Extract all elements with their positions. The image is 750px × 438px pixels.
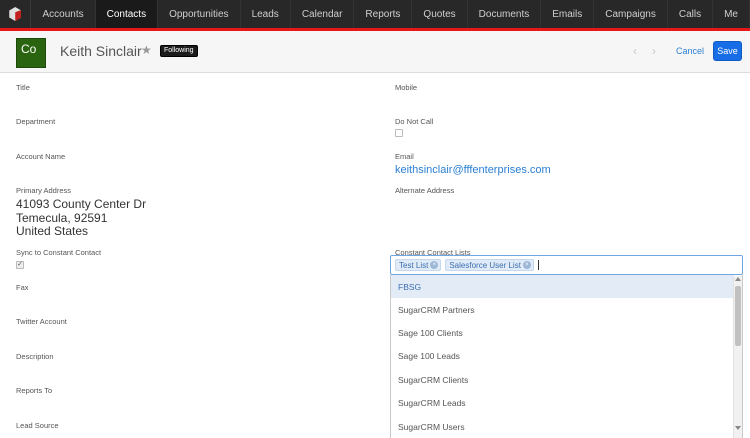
nav-item-quotes[interactable]: Quotes xyxy=(412,0,468,28)
option-fbsg[interactable]: FBSG xyxy=(391,275,734,298)
selected-pill: Test List × xyxy=(395,259,442,271)
title-label: Title xyxy=(16,83,30,92)
selected-pill-label: Test List xyxy=(399,260,429,270)
option-sugarcrm-users[interactable]: SugarCRM Users xyxy=(391,415,734,438)
option-sugarcrm-partners[interactable]: SugarCRM Partners xyxy=(391,298,734,321)
scroll-thumb[interactable] xyxy=(735,286,741,346)
department-label: Department xyxy=(16,117,56,126)
primary-address-label: Primary Address xyxy=(16,186,72,195)
nav-item-contacts[interactable]: Contacts xyxy=(95,0,159,28)
nav-item-documents[interactable]: Documents xyxy=(468,0,542,28)
nav-item-emails[interactable]: Emails xyxy=(541,0,595,28)
option-sage-100-leads[interactable]: Sage 100 Leads xyxy=(391,344,734,367)
fax-label: Fax xyxy=(16,283,29,292)
lead-source-label: Lead Source xyxy=(16,421,59,430)
nav-item-campaigns[interactable]: Campaigns xyxy=(594,0,668,28)
selected-pill: Salesforce User List × xyxy=(445,259,534,271)
record-name: Keith Sinclair xyxy=(60,43,142,59)
constant-contact-lists-input[interactable]: Test List × Salesforce User List × xyxy=(390,255,743,275)
option-sugarcrm-leads[interactable]: SugarCRM Leads xyxy=(391,391,734,414)
dropdown-scrollbar[interactable] xyxy=(733,276,742,438)
nav-item-leads[interactable]: Leads xyxy=(241,0,291,28)
nav-item-calendar[interactable]: Calendar xyxy=(291,0,355,28)
address-line-3: United States xyxy=(16,224,89,238)
description-label: Description xyxy=(16,352,54,361)
account-name-label: Account Name xyxy=(16,152,66,161)
sugar-logo-icon[interactable] xyxy=(0,0,32,28)
email-link[interactable]: keithsinclair@fffenterprises.com xyxy=(395,164,551,176)
scroll-up-icon[interactable] xyxy=(735,277,741,281)
save-button[interactable]: Save xyxy=(713,41,742,61)
remove-pill-icon[interactable]: × xyxy=(522,261,531,269)
option-sugarcrm-clients[interactable]: SugarCRM Clients xyxy=(391,368,734,391)
option-sage-100-clients[interactable]: Sage 100 Clients xyxy=(391,321,734,344)
sync-constant-contact-checkbox[interactable]: ✓ xyxy=(16,261,24,269)
options-dropdown: FBSG SugarCRM Partners Sage 100 Clients … xyxy=(390,275,743,438)
text-cursor xyxy=(537,260,539,270)
address-line-2: Temecula, 92591 xyxy=(16,211,108,225)
do-not-call-label: Do Not Call xyxy=(395,117,434,126)
email-label: Email xyxy=(395,152,414,161)
top-nav: Accounts Contacts Opportunities Leads Ca… xyxy=(0,0,750,28)
remove-pill-icon[interactable]: × xyxy=(430,261,439,269)
reports-to-label: Reports To xyxy=(16,386,53,395)
nav-item-accounts[interactable]: Accounts xyxy=(31,0,96,28)
selected-pill-label: Salesforce User List xyxy=(449,260,521,270)
cancel-button[interactable]: Cancel xyxy=(676,46,704,56)
nav-item-opportunities[interactable]: Opportunities xyxy=(158,0,241,28)
do-not-call-checkbox[interactable] xyxy=(395,129,403,137)
nav-item-calls[interactable]: Calls xyxy=(668,0,714,28)
favorite-star-icon[interactable]: ★ xyxy=(141,43,152,57)
mobile-label: Mobile xyxy=(395,83,418,92)
nav-item-more[interactable]: Me xyxy=(713,0,750,28)
next-record-icon[interactable]: › xyxy=(652,44,656,58)
following-badge[interactable]: Following xyxy=(160,45,198,57)
avatar: Co xyxy=(16,38,46,68)
scroll-down-icon[interactable] xyxy=(735,426,741,430)
address-line-1: 41093 County Center Dr xyxy=(16,197,147,211)
alternate-address-label: Alternate Address xyxy=(395,186,455,195)
twitter-account-label: Twitter Account xyxy=(16,317,67,326)
record-header: Co Keith Sinclair ★ Following ‹ › Cancel… xyxy=(0,31,750,73)
previous-record-icon[interactable]: ‹ xyxy=(633,44,637,58)
nav-item-reports[interactable]: Reports xyxy=(354,0,413,28)
sync-constant-contact-label: Sync to Constant Contact xyxy=(16,248,102,257)
